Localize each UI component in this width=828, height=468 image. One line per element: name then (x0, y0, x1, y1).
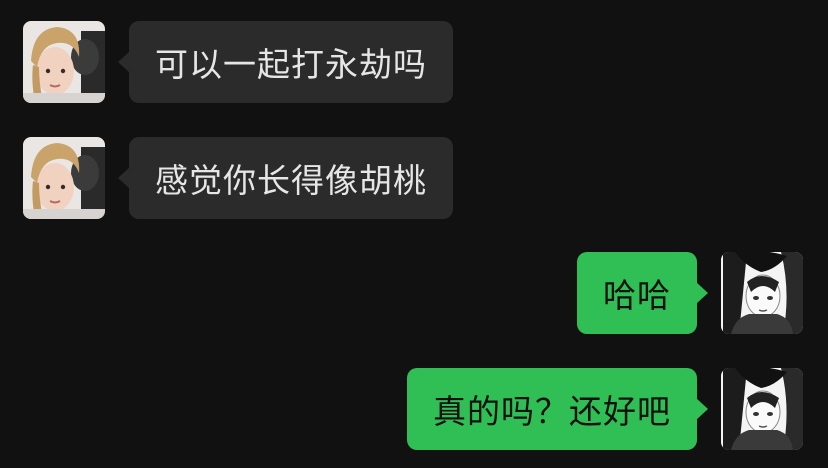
message-bubble-incoming[interactable]: 可以一起打永劫吗 (118, 21, 453, 103)
message-text: 真的吗？还好吧 (433, 392, 671, 431)
contact-avatar[interactable] (23, 137, 105, 219)
message-text: 可以一起打永劫吗 (155, 45, 427, 84)
message-row-outgoing: 真的吗？还好吧 (407, 368, 803, 450)
self-avatar[interactable] (721, 252, 803, 334)
message-text: 感觉你长得像胡桃 (155, 161, 427, 200)
self-avatar[interactable] (721, 368, 803, 450)
message-bubble-outgoing[interactable]: 哈哈 (577, 252, 708, 334)
message-bubble-outgoing[interactable]: 真的吗？还好吧 (407, 368, 708, 450)
message-row-incoming: 可以一起打永劫吗 (23, 21, 453, 103)
self-avatar-image (721, 252, 803, 334)
message-row-incoming: 感觉你长得像胡桃 (23, 137, 453, 219)
message-bubble-incoming[interactable]: 感觉你长得像胡桃 (118, 137, 453, 219)
message-row-outgoing: 哈哈 (577, 252, 803, 334)
contact-avatar-image (23, 137, 105, 219)
message-text: 哈哈 (603, 276, 671, 315)
contact-avatar[interactable] (23, 21, 105, 103)
contact-avatar-image (23, 21, 105, 103)
self-avatar-image (721, 368, 803, 450)
chat-conversation: 可以一起打永劫吗 感觉你长得像胡桃 哈哈 真的吗？还好吧 (0, 0, 828, 468)
